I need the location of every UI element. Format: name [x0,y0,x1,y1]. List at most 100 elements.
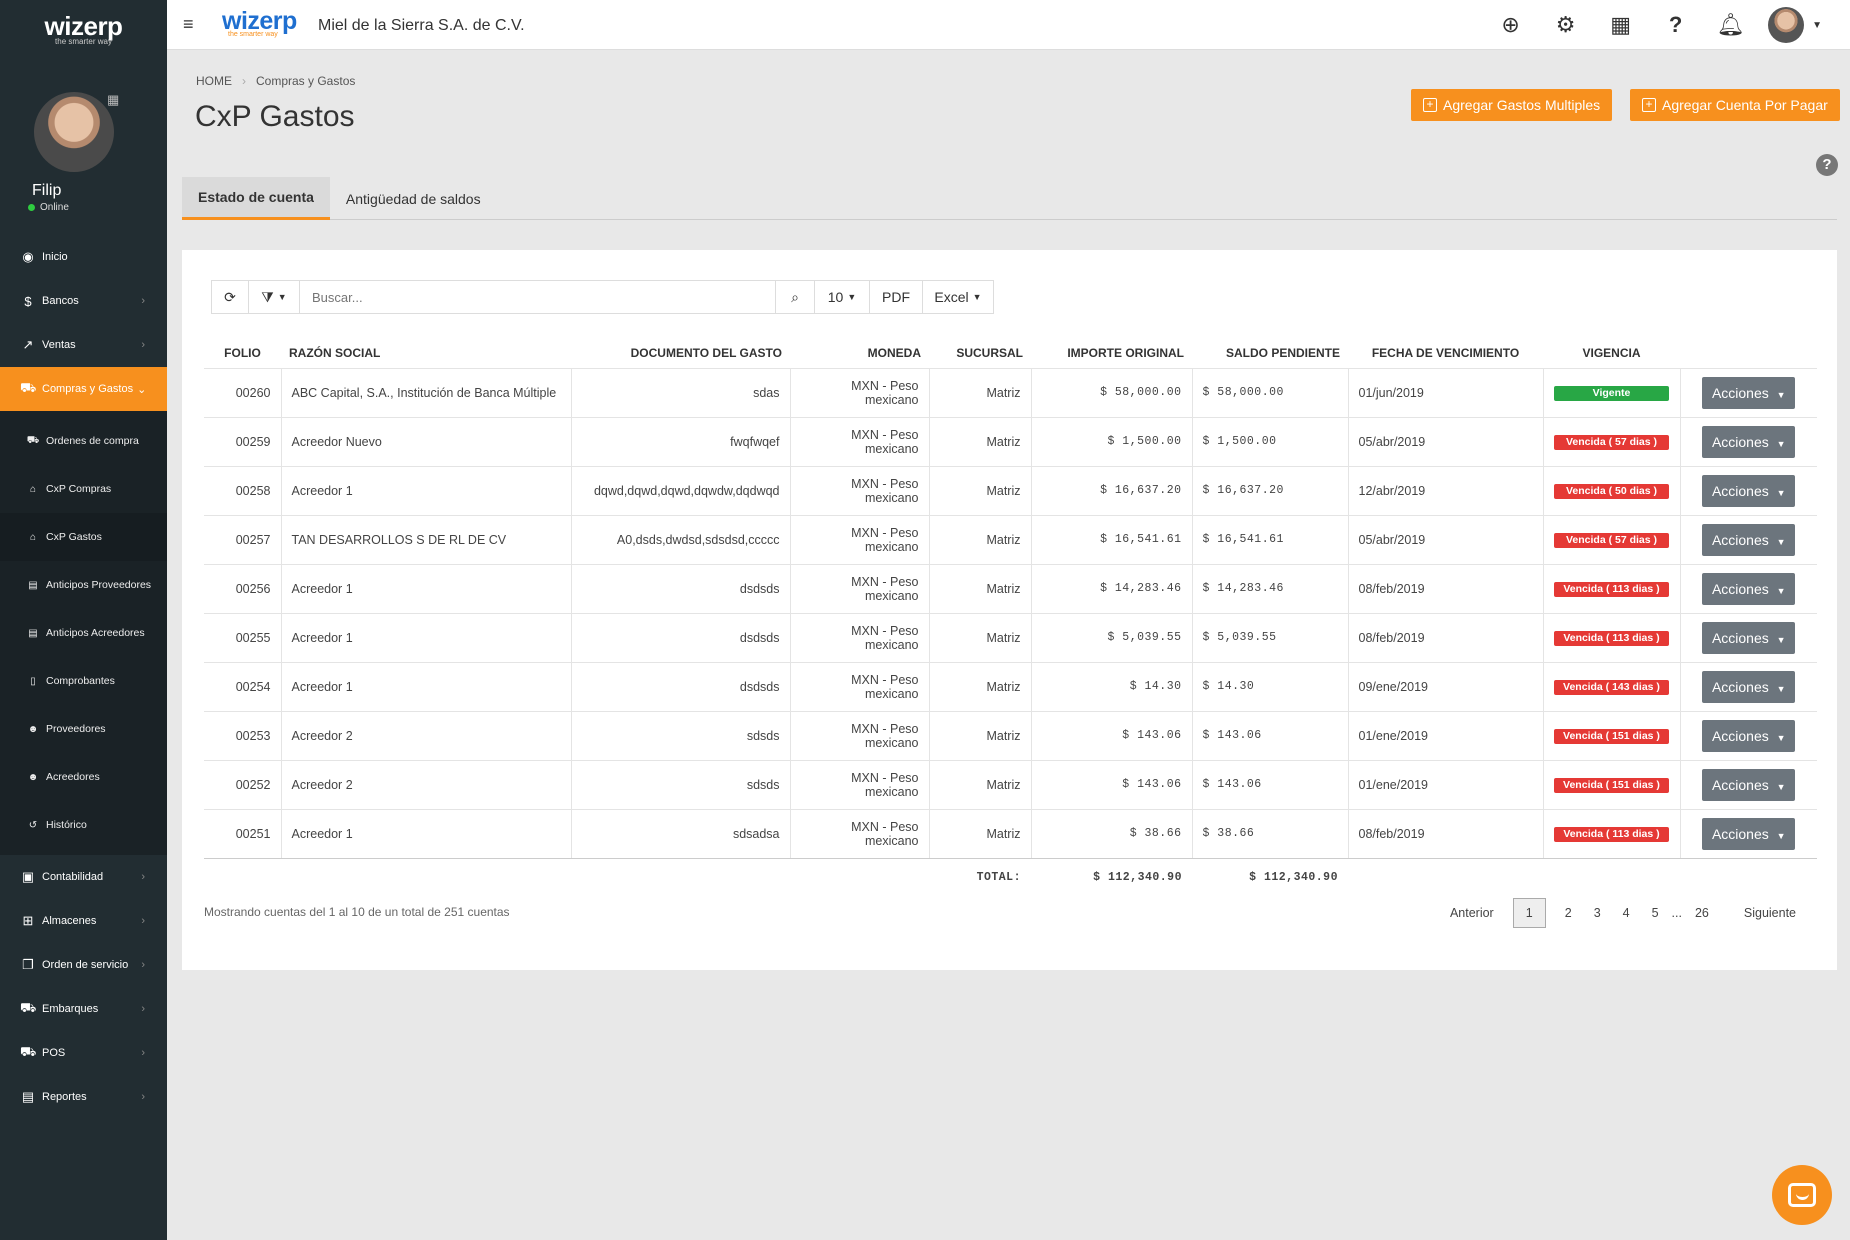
cart-icon: ⛟ [20,1044,37,1059]
avatar[interactable] [1768,7,1805,43]
table-row[interactable]: 00259 Acreedor Nuevo fwqfwqef MXN - Peso… [204,416,1817,466]
sidebar-item-compras-y-gastos[interactable]: ⛟ Compras y Gastos ⌄ [0,367,167,411]
table-row[interactable]: 00257 TAN DESARROLLOS S DE RL DE CV A0,d… [204,514,1817,564]
cell-razon-social: ABC Capital, S.A., Institución de Banca … [280,367,571,417]
add-payable-account-button[interactable]: + Agregar Cuenta Por Pagar [1630,89,1840,121]
sidebar-item-pos[interactable]: ⛟ POS › [0,1031,167,1075]
sidebar-item-reportes[interactable]: ▤ Reportes › [0,1075,167,1119]
actions-dropdown-button[interactable]: Acciones ▼ [1702,474,1796,507]
header-moneda[interactable]: MONEDA [790,338,929,368]
sidebar-item-embarques[interactable]: ⛟ Embarques › [0,987,167,1031]
sidebar-item-contabilidad[interactable]: ▣ Contabilidad › [0,855,167,899]
sidebar-item-ventas[interactable]: ↗ Ventas › [0,323,167,367]
sidebar-subitem-comprobantes[interactable]: ▯ Comprobantes [0,657,167,705]
sidebar-subitem-anticipos-acreedores[interactable]: ▤ Anticipos Acreedores [0,609,167,657]
sidebar-item-orden-de-servicio[interactable]: ❐ Orden de servicio › [0,943,167,987]
cell-documento: dqwd,dqwd,dqwd,dqwdw,dqdwqd [570,465,790,515]
search-button[interactable]: ⌕ [775,280,815,314]
sidebar-subitem-ordenes-de-compra[interactable]: ⛟ Ordenes de compra [0,417,167,465]
sidebar-item-inicio[interactable]: ◉ Inicio [0,235,167,279]
table-row[interactable]: 00254 Acreedor 1 dsdsds MXN - Peso mexic… [204,661,1817,711]
sidebar-logo[interactable]: wizerp the smarter way [0,0,167,58]
cell-documento: dsdsds [570,563,790,613]
pagination-next[interactable]: Siguiente [1720,898,1807,928]
table-row[interactable]: 00260 ABC Capital, S.A., Institución de … [204,367,1817,417]
actions-dropdown-button[interactable]: Acciones ▼ [1702,621,1796,654]
plus-circle-icon[interactable]: ⊕ [1483,12,1538,38]
pagination-prev[interactable]: Anterior [1439,898,1505,928]
pdf-button[interactable]: PDF [869,280,923,314]
page-size-select[interactable]: 10 ▼ [814,280,870,314]
sidebar-subitem-acreedores[interactable]: ☻ Acreedores [0,753,167,801]
actions-dropdown-button[interactable]: Acciones ▼ [1702,719,1796,752]
refresh-button[interactable]: ⟳ [211,280,249,314]
caret-down-icon[interactable]: ▼ [1812,20,1822,31]
table-row[interactable]: 00251 Acreedor 1 sdsadsa MXN - Peso mexi… [204,808,1817,859]
chat-launcher-button[interactable] [1772,1165,1832,1225]
table-row[interactable]: 00253 Acreedor 2 sdsds MXN - Peso mexica… [204,710,1817,760]
calendar-icon[interactable]: ▦ [1593,12,1648,38]
sidebar-subitem-cxp-compras[interactable]: ⌂ CxP Compras [0,465,167,513]
cell-folio: 00259 [204,416,281,466]
breadcrumb-section[interactable]: Compras y Gastos [256,74,355,88]
bell-icon[interactable]: 🔔︎ [1703,12,1758,38]
actions-dropdown-button[interactable]: Acciones ▼ [1702,523,1796,556]
table-row[interactable]: 00252 Acreedor 2 sdsds MXN - Peso mexica… [204,759,1817,809]
actions-dropdown-button[interactable]: Acciones ▼ [1702,376,1796,409]
actions-dropdown-button[interactable]: Acciones ▼ [1702,572,1796,605]
status-badge: Vencida ( 50 dias ) [1554,483,1669,499]
calendar-icon[interactable]: ▦ [107,92,119,108]
cell-acciones: Acciones ▼ [1679,661,1817,711]
sidebar-subitem-label: Ordenes de compra [46,435,139,447]
pagination-page-5[interactable]: 5 [1641,898,1670,928]
header-sucursal[interactable]: SUCURSAL [929,338,1031,368]
pagination-page-2[interactable]: 2 [1554,898,1583,928]
header-saldo-pendiente[interactable]: SALDO PENDIENTE [1192,338,1348,368]
actions-dropdown-button[interactable]: Acciones ▼ [1702,817,1796,850]
pagination-page-3[interactable]: 3 [1583,898,1612,928]
sidebar-subitem-anticipos-proveedores[interactable]: ▤ Anticipos Proveedores [0,561,167,609]
gears-icon[interactable]: ⚙ [1538,12,1593,38]
sidebar-subitem-cxp-gastos[interactable]: ⌂ CxP Gastos [0,513,167,561]
logo-tagline: the smarter way [55,36,112,46]
sidebar-subitem-historico[interactable]: ↺ Histórico [0,801,167,849]
breadcrumb-home[interactable]: HOME [196,74,232,88]
actions-dropdown-button[interactable]: Acciones ▼ [1702,768,1796,801]
excel-button[interactable]: Excel ▼ [922,280,994,314]
header-documento[interactable]: DOCUMENTO DEL GASTO [571,338,790,368]
help-icon[interactable]: ? [1816,154,1838,176]
header-fecha-vencimiento[interactable]: FECHA DE VENCIMIENTO [1348,338,1543,368]
tab-estado-de-cuenta[interactable]: Estado de cuenta [182,177,330,220]
header-vigencia[interactable]: VIGENCIA [1543,338,1680,368]
sidebar-item-almacenes[interactable]: ⊞ Almacenes › [0,899,167,943]
pagination-page-last[interactable]: 26 [1684,898,1720,928]
tab-antiguedad-de-saldos[interactable]: Antigüedad de saldos [330,177,497,220]
avatar[interactable] [34,92,114,172]
sidebar-subitem-proveedores[interactable]: ☻ Proveedores [0,705,167,753]
pagination-page-1[interactable]: 1 [1512,898,1546,928]
cell-saldo-pendiente: $ 16,541.61 [1191,514,1348,564]
caret-down-icon: ▼ [1776,487,1786,498]
question-icon[interactable]: ? [1648,12,1703,38]
header-folio[interactable]: FOLIO [204,338,281,368]
header-importe-original[interactable]: IMPORTE ORIGINAL [1031,338,1192,368]
chevron-right-icon: › [141,1091,145,1103]
table-row[interactable]: 00255 Acreedor 1 dsdsds MXN - Peso mexic… [204,612,1817,662]
table-row[interactable]: 00256 Acreedor 1 dsdsds MXN - Peso mexic… [204,563,1817,613]
search-input[interactable] [299,280,776,314]
actions-dropdown-button[interactable]: Acciones ▼ [1702,670,1796,703]
cell-documento: sdsds [570,710,790,760]
total-row: TOTAL: $ 112,340.90 $ 112,340.90 [204,858,1817,896]
table-row[interactable]: 00258 Acreedor 1 dqwd,dqwd,dqwd,dqwdw,dq… [204,465,1817,515]
caret-down-icon: ▼ [1776,732,1786,743]
pagination-page-4[interactable]: 4 [1612,898,1641,928]
filter-button[interactable]: ⧩ ▼ [248,280,300,314]
cell-sucursal: Matriz [928,759,1031,809]
add-multiple-expenses-button[interactable]: + Agregar Gastos Multiples [1411,89,1613,121]
hamburger-menu-icon[interactable]: ≡ [183,14,194,35]
sidebar-item-bancos[interactable]: $ Bancos › [0,279,167,323]
actions-dropdown-button[interactable]: Acciones ▼ [1702,425,1796,458]
cell-fecha-vencimiento: 05/abr/2019 [1347,416,1543,466]
header-razon-social[interactable]: RAZÓN SOCIAL [281,338,571,368]
topbar-logo[interactable]: wizerp the smarter way [222,8,297,38]
